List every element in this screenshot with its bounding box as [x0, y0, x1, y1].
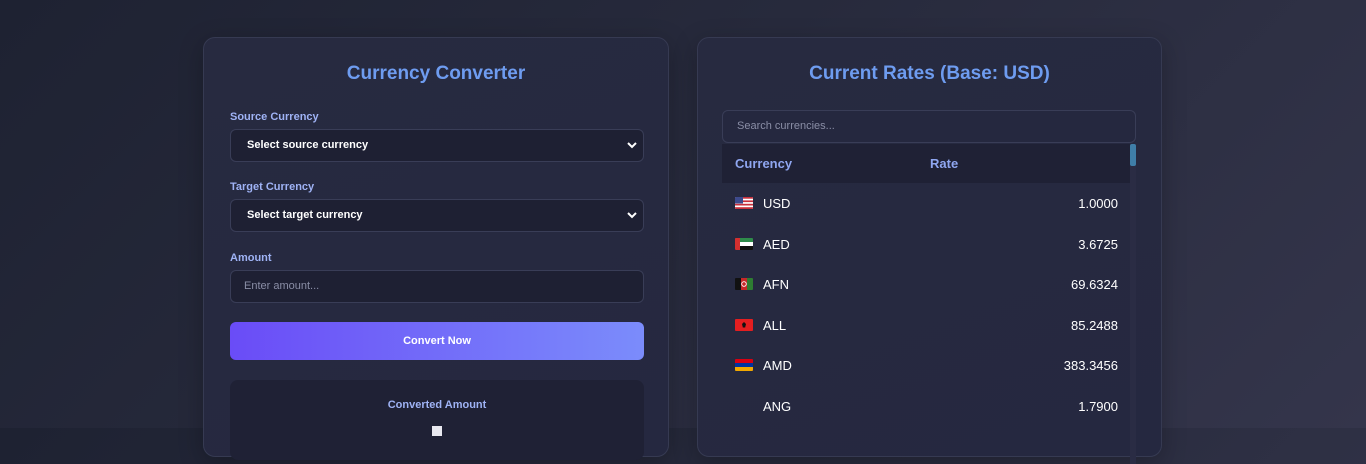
target-currency-select[interactable]: Select target currency — [230, 199, 644, 232]
source-currency-select[interactable]: Select source currency — [230, 129, 644, 162]
currency-rate: 383.3456 — [1063, 358, 1118, 374]
us-flag-icon — [735, 197, 753, 209]
currency-rate: 1.0000 — [1078, 196, 1118, 211]
currency-code: ALL — [763, 317, 787, 333]
rates-panel: Current Rates (Base: USD) Search currenc… — [697, 37, 1162, 464]
converted-amount-label: Converted Amount — [387, 399, 487, 411]
currency-rate: 85.2488 — [1071, 317, 1118, 333]
amount-input[interactable]: Enter amount... — [230, 270, 644, 303]
af-flag-icon — [735, 278, 753, 291]
currency-rate: 3.6725 — [1078, 236, 1118, 252]
currency-search-input[interactable]: Search currencies... — [722, 110, 1136, 143]
ae-flag-icon — [735, 237, 753, 250]
table-row[interactable]: AMD 383.3456 — [722, 345, 1130, 386]
currency-code: AMD — [763, 358, 792, 374]
source-currency-label: Source Currency — [230, 111, 319, 123]
am-flag-icon — [735, 359, 753, 372]
table-row[interactable]: ALL 85.2488 — [722, 305, 1130, 346]
amount-placeholder: Enter amount... — [244, 280, 320, 292]
search-placeholder: Search currencies... — [737, 120, 835, 132]
converter-title: Currency Converter — [346, 63, 526, 84]
rates-table: Currency Rate USD 1.0000 AED 3.6725 AFN … — [722, 144, 1130, 464]
column-header-currency: Currency — [735, 156, 793, 171]
converter-panel: Currency Converter Source Currency Selec… — [203, 37, 669, 460]
table-row[interactable]: AED 3.6725 — [722, 224, 1130, 265]
currency-code: AFN — [763, 277, 789, 293]
table-header: Currency Rate — [722, 144, 1130, 183]
target-currency-label: Target Currency — [230, 181, 315, 193]
target-currency-value: Select target currency — [247, 209, 363, 221]
currency-code: USD — [763, 196, 791, 211]
currency-code: ANG — [763, 398, 792, 414]
rates-title: Current Rates (Base: USD) — [809, 63, 1050, 84]
table-row[interactable]: USD 1.0000 — [722, 183, 1130, 224]
table-row[interactable]: ANG 1.7900 — [722, 386, 1130, 427]
rates-scrollbar[interactable] — [1130, 144, 1136, 464]
currency-rate: 1.7900 — [1078, 398, 1118, 414]
currency-code: AED — [763, 236, 790, 252]
result-box: Converted Amount — [230, 380, 644, 460]
scrollbar-thumb[interactable] — [1130, 144, 1136, 166]
currency-rate: 69.6324 — [1071, 277, 1118, 293]
al-flag-icon — [735, 318, 753, 331]
chevron-down-icon — [627, 142, 637, 149]
column-header-rate: Rate — [930, 156, 959, 171]
chevron-down-icon — [627, 212, 637, 219]
convert-button[interactable]: Convert Now — [230, 322, 644, 360]
table-row[interactable]: AFN 69.6324 — [722, 264, 1130, 305]
amount-label: Amount — [230, 252, 272, 264]
source-currency-value: Select source currency — [247, 139, 369, 151]
